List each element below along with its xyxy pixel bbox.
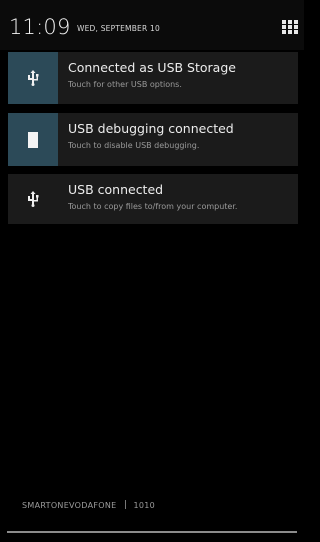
carrier-name-secondary: 1010 [133,501,156,510]
usb-icon [28,70,39,86]
carrier-name: SMARTONEVODAFONE [22,501,117,510]
bug-icon [28,131,38,148]
date-label: WED, SEPTEMBER 10 [77,24,160,33]
clock-time: 11:09 [9,15,71,39]
notification-title: Connected as USB Storage [68,60,236,75]
quick-settings-button[interactable] [282,20,298,34]
notification-icon-box [8,52,58,104]
notification-list: Connected as USB Storage Touch for other… [8,52,298,233]
notification-title: USB connected [68,182,164,197]
notification-subtitle: Touch to disable USB debugging. [68,141,200,150]
carrier-label-bar: SMARTONEVODAFONE 1010 [22,500,155,511]
notification-subtitle: Touch for other USB options. [68,80,182,89]
notification-header: 11:09 WED, SEPTEMBER 10 [0,0,304,50]
notification-usb-debugging[interactable]: USB debugging connected Touch to disable… [8,113,298,166]
notification-icon-box [8,174,58,224]
drag-handle[interactable] [7,531,297,533]
notification-title: USB debugging connected [68,121,234,136]
notification-icon-box [8,113,58,166]
quick-settings-grid-icon [282,20,298,34]
notification-usb-connected[interactable]: USB connected Touch to copy files to/fro… [8,174,298,224]
notification-subtitle: Touch to copy files to/from your compute… [68,202,238,211]
carrier-divider [124,500,126,509]
notification-usb-storage[interactable]: Connected as USB Storage Touch for other… [8,52,298,104]
usb-icon [28,191,39,207]
